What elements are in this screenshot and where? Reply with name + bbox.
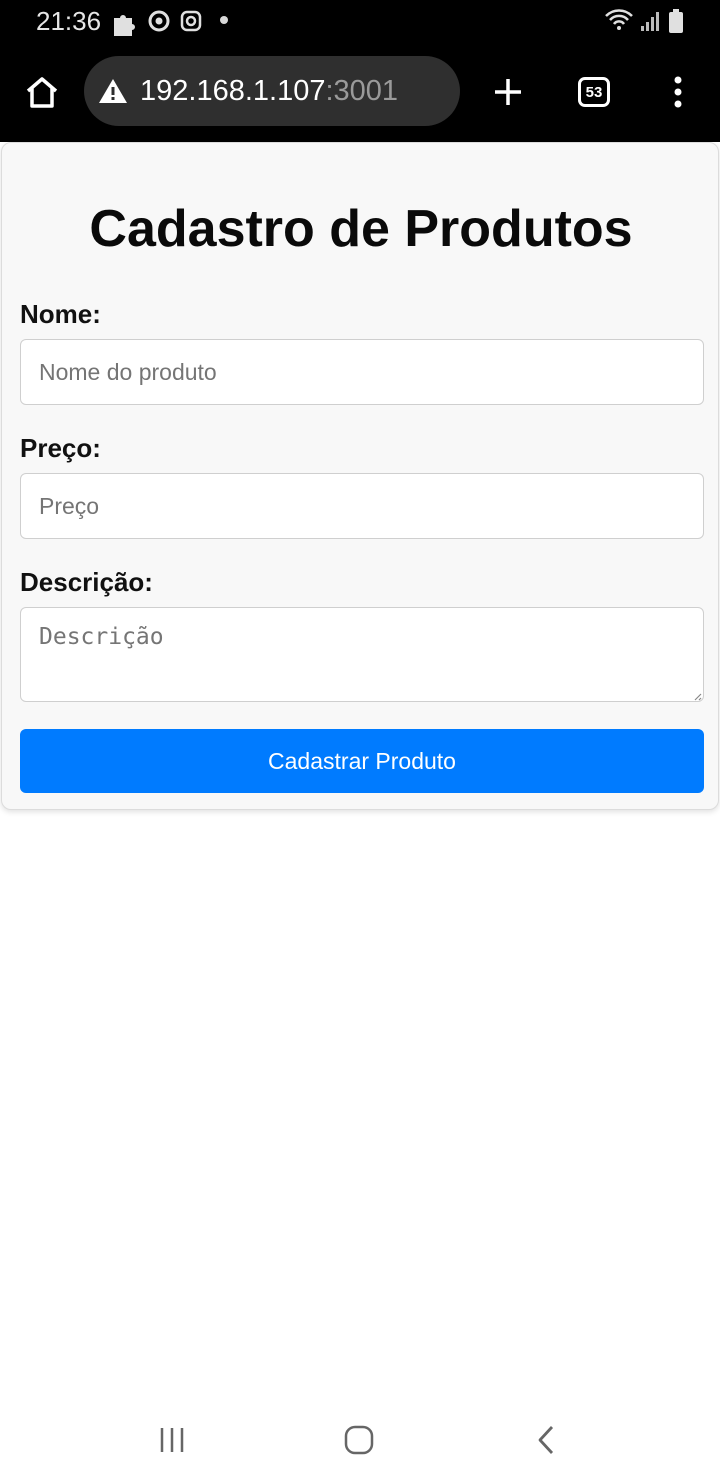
resize-handle-icon[interactable]: [692, 691, 702, 701]
signal-icon: [640, 10, 660, 37]
page-title: Cadastro de Produtos: [89, 200, 633, 258]
browser-toolbar: 192.168.1.107:3001 53: [0, 44, 720, 142]
recent-apps-button[interactable]: [142, 1418, 202, 1462]
status-time: 21:36: [36, 6, 102, 36]
submit-button[interactable]: Cadastrar Produto: [20, 729, 704, 793]
home-nav-button[interactable]: [329, 1418, 389, 1462]
plus-icon: [495, 79, 521, 105]
status-bar: 21:36: [0, 0, 720, 44]
new-tab-button[interactable]: [484, 68, 532, 116]
navigation-bar: [0, 1400, 720, 1480]
more-vert-icon: [674, 76, 682, 108]
puzzle-icon: [112, 10, 140, 41]
notification-dot: [220, 16, 228, 24]
tabs-icon: 53: [578, 77, 610, 107]
home-icon: [26, 77, 58, 108]
wifi-icon: [604, 8, 634, 37]
tabs-button[interactable]: 53: [570, 68, 618, 116]
chrome-icon: [148, 10, 170, 37]
url-host: 192.168.1.107: [140, 74, 326, 107]
tab-count: 53: [585, 83, 603, 101]
url-text[interactable]: 192.168.1.107:3001: [140, 75, 398, 108]
recent-apps-icon: [160, 1428, 184, 1452]
price-label: Preço:: [20, 433, 101, 463]
address-bar[interactable]: 192.168.1.107:3001: [84, 56, 460, 126]
url-port: :3001: [325, 74, 399, 107]
home-button[interactable]: [18, 68, 66, 116]
warning-icon[interactable]: [98, 77, 128, 105]
back-button[interactable]: [516, 1418, 576, 1462]
name-input[interactable]: [20, 339, 704, 405]
menu-button[interactable]: [656, 68, 700, 116]
price-input[interactable]: [20, 473, 704, 539]
back-icon: [538, 1426, 554, 1454]
battery-icon: [668, 8, 684, 39]
product-form-card: Cadastro de Produtos Nome: Preço: Descri…: [1, 142, 719, 810]
description-label: Descrição:: [20, 567, 153, 597]
description-textarea[interactable]: [20, 607, 704, 702]
name-label: Nome:: [20, 299, 101, 329]
home-nav-icon: [344, 1425, 374, 1455]
screen: 21:36 192.168.1.107:3001 53 Cadastro de …: [0, 0, 720, 1480]
instagram-icon: [180, 10, 202, 37]
